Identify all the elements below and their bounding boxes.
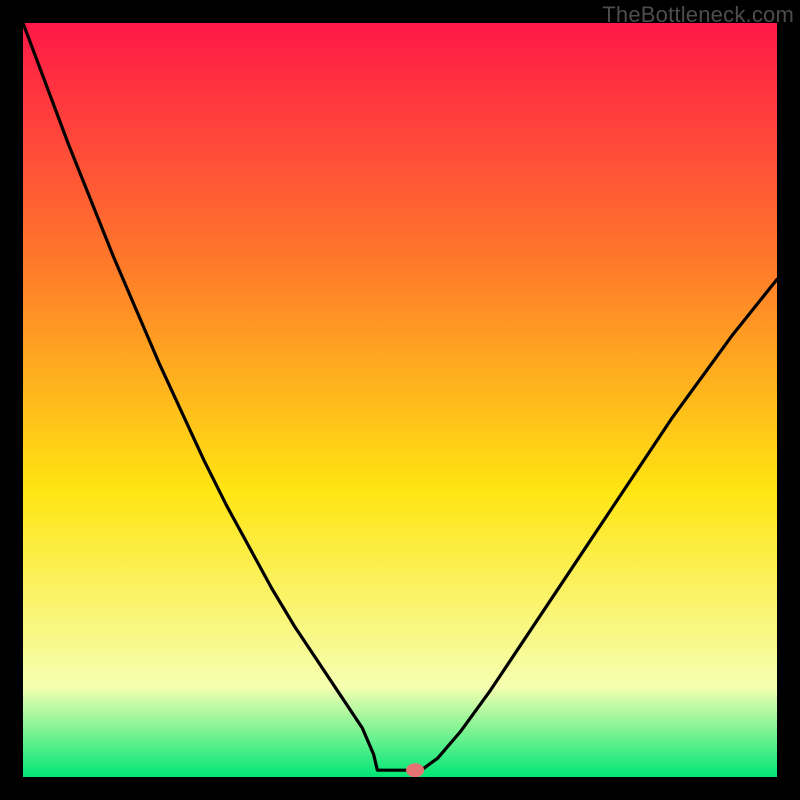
- sweet-spot-marker: [406, 763, 424, 777]
- chart-frame: TheBottleneck.com: [0, 0, 800, 800]
- gradient-background: [23, 23, 777, 777]
- plot-area: [23, 23, 777, 777]
- plot-svg: [23, 23, 777, 777]
